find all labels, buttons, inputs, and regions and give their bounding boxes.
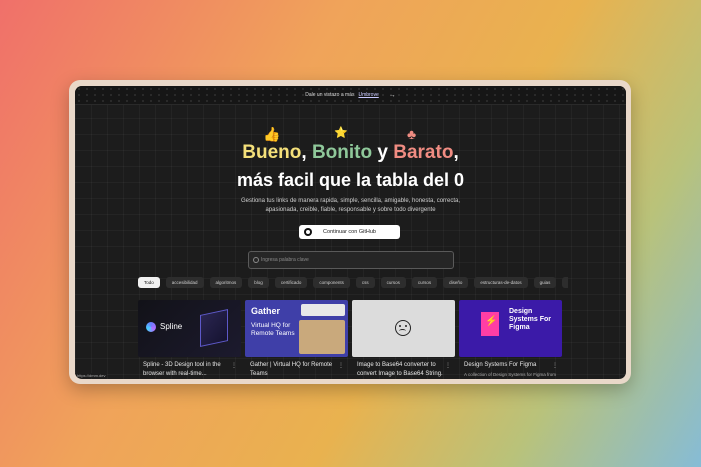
thumbs-up-icon: 👍 <box>263 126 281 142</box>
card-title: Image to Base64 converter to convert Ima… <box>357 362 443 377</box>
card-title: Design Systems For Figma <box>464 362 537 368</box>
more-options-icon[interactable]: ⋮ <box>231 362 237 369</box>
card-thumbnail: Spline <box>138 300 241 357</box>
tag-todo[interactable]: Todo <box>138 277 160 288</box>
subtitle: Gestiona tus links de manera rapida, sim… <box>240 198 461 213</box>
headline-word-bonito: Bonito <box>311 142 373 163</box>
github-icon <box>304 228 312 236</box>
tag-blog[interactable]: blog <box>248 277 269 288</box>
link-card-base64[interactable]: Image to Base64 converter to convert Ima… <box>352 300 455 379</box>
tag-filter-bar: Todo accesibilidad algoritmos blog certi… <box>138 277 568 289</box>
search-box[interactable] <box>248 251 454 269</box>
stars-icon: ⭐ <box>334 127 348 139</box>
more-options-icon[interactable]: ⋮ <box>552 362 558 369</box>
card-description: A collection of Design Systems for Figma… <box>464 372 557 377</box>
thumb-brand-text: Spline <box>160 322 183 331</box>
headline-comma: , <box>301 142 307 163</box>
clubs-icon: ♣ <box>407 126 417 142</box>
sad-face-icon <box>395 320 411 336</box>
tag-certificado[interactable]: certificado <box>274 277 308 288</box>
link-card-gather[interactable]: Gather Virtual HQ for Remote Teams Gathe… <box>245 300 348 379</box>
lightning-icon <box>481 312 499 336</box>
promo-banner[interactable]: Dale un vistazo a más Umbrove → <box>75 86 626 105</box>
more-options-icon[interactable]: ⋮ <box>338 362 344 369</box>
tag-cursos[interactable]: cursos <box>380 277 406 288</box>
tag-herramientas[interactable]: herramient <box>562 277 568 288</box>
tag-estructuras-de-datos[interactable]: estructuras-de-datos <box>474 277 528 288</box>
office-map-graphic <box>299 320 345 354</box>
tag-algoritmos[interactable]: algoritmos <box>209 277 243 288</box>
search-input[interactable] <box>261 254 446 266</box>
tag-cursos-2[interactable]: cursos <box>411 277 438 288</box>
github-login-label: Continuar con GitHub <box>323 229 376 235</box>
headline-line-1: Bueno, Bonito y Barato, <box>75 142 626 164</box>
headline-word-bueno: Bueno <box>242 142 302 163</box>
headline-comma: , <box>453 142 459 163</box>
cube-graphic <box>200 309 228 347</box>
card-title: Gather | Virtual HQ for Remote Teams <box>250 362 333 377</box>
thumb-brand-text: Gather <box>251 306 281 316</box>
tag-components[interactable]: components <box>313 277 350 288</box>
thumb-tagline: Design Systems For Figma <box>509 308 552 331</box>
headline-word-barato: Barato <box>393 142 454 163</box>
link-card-spline[interactable]: Spline Spline - 3D Design tool in the br… <box>138 300 241 379</box>
tag-diseno[interactable]: diseño <box>443 277 469 288</box>
tag-css[interactable]: css <box>355 277 375 288</box>
link-card-figma[interactable]: Design Systems For Figma Design Systems … <box>459 300 562 379</box>
status-bar-url: https://dmm.dev <box>75 373 108 378</box>
spline-logo-icon <box>146 322 156 332</box>
more-options-icon[interactable]: ⋮ <box>445 362 451 369</box>
card-title: Spline - 3D Design tool in the browser w… <box>143 362 221 377</box>
headline-line-2: más facil que la tabla del 0 <box>236 170 465 190</box>
github-login-button[interactable]: Continuar con GitHub <box>299 225 400 239</box>
headline-and: y <box>377 142 388 163</box>
app-screen: Dale un vistazo a más Umbrove → 👍 ⭐ ♣ Bu… <box>75 86 626 379</box>
card-thumbnail: Design Systems For Figma <box>459 300 562 357</box>
card-thumbnail: Gather Virtual HQ for Remote Teams <box>245 300 348 357</box>
tag-guias[interactable]: guias <box>533 277 557 288</box>
thumb-tagline: Virtual HQ for Remote Teams <box>251 322 295 337</box>
video-cams-graphic <box>301 304 345 316</box>
card-thumbnail <box>352 300 455 357</box>
promo-text: Dale un vistazo a más <box>305 92 355 98</box>
search-icon <box>253 257 259 263</box>
arrow-right-icon[interactable]: → <box>389 92 396 99</box>
promo-brand-link[interactable]: Umbrove <box>358 92 378 98</box>
tag-accesibilidad[interactable]: accesibilidad <box>165 277 204 288</box>
